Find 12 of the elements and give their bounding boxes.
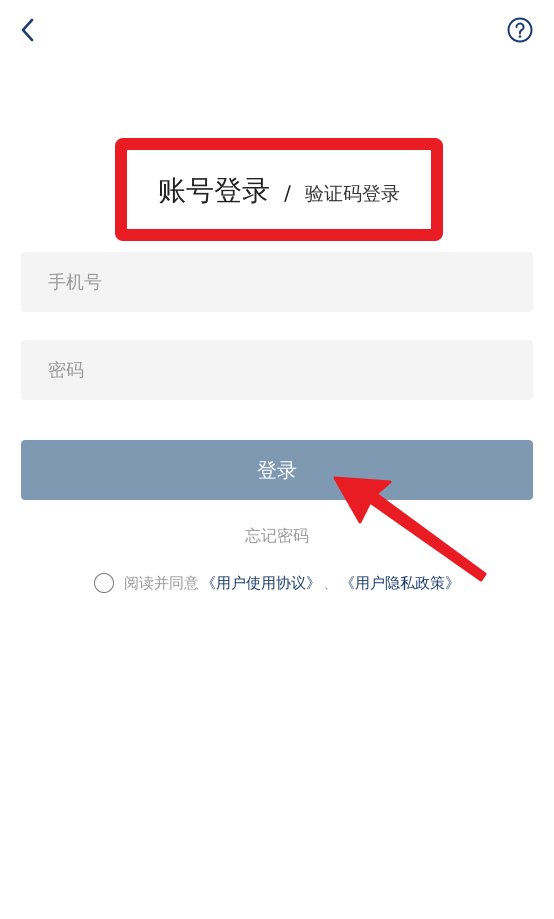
policy-link[interactable]: 《用户使用协议》: [201, 574, 321, 592]
back-icon[interactable]: [20, 18, 34, 42]
tab-separator: /: [284, 181, 291, 205]
login-tab[interactable]: 账号登录: [158, 172, 270, 210]
agreement-checkbox[interactable]: [94, 573, 114, 593]
policy-link[interactable]: 《用户隐私政策》: [340, 574, 460, 592]
agreement-separator: 、: [323, 574, 338, 592]
input-field[interactable]: 密码: [21, 340, 533, 400]
agreement-text: 阅读并同意: [124, 574, 199, 592]
input-field[interactable]: 手机号: [21, 252, 533, 312]
help-icon[interactable]: [507, 17, 533, 43]
login-tab[interactable]: 验证码登录: [304, 181, 400, 207]
